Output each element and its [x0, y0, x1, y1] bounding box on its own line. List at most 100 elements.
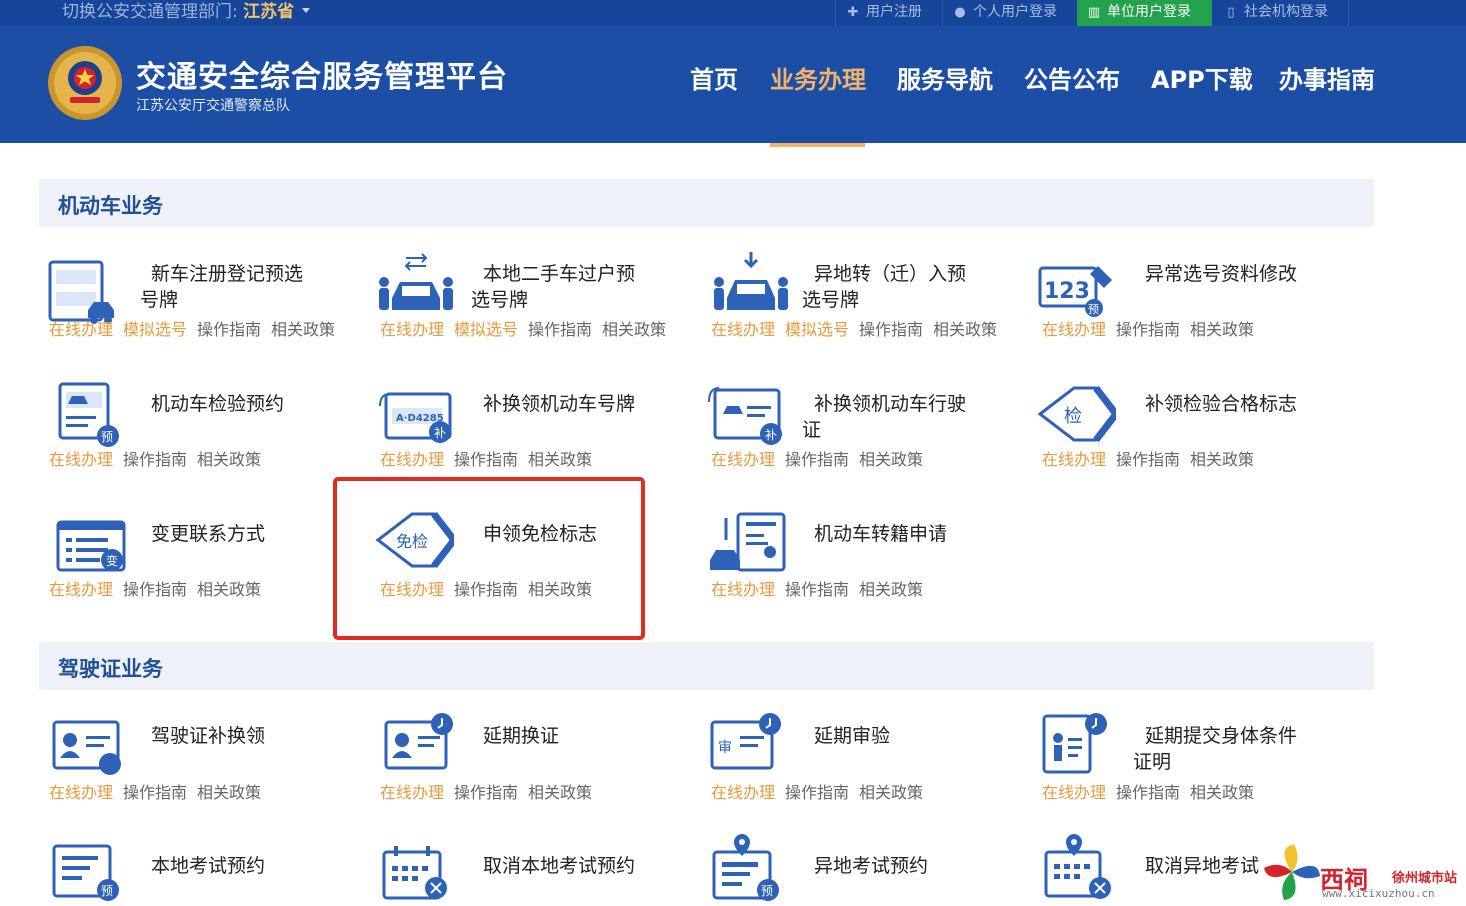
tile-title-line2[interactable]: 证明: [1133, 749, 1171, 775]
policy-link[interactable]: 相关政策: [859, 580, 923, 599]
online-link[interactable]: 在线办理: [1042, 320, 1106, 339]
tile-title[interactable]: 异地考试预约: [814, 853, 928, 879]
license-renew-icon[interactable]: [50, 716, 130, 788]
inspection-booking-icon[interactable]: 预: [56, 380, 136, 452]
unit-login-link[interactable]: ▥ 单位用户登录: [1077, 0, 1212, 26]
policy-link[interactable]: 相关政策: [859, 450, 923, 469]
mock-select-link[interactable]: 模拟选号: [454, 320, 518, 339]
guide-link[interactable]: 操作指南: [197, 320, 261, 339]
policy-link[interactable]: 相关政策: [1190, 450, 1254, 469]
nav-home[interactable]: 首页: [690, 60, 738, 95]
vehicle-transfer-icon[interactable]: [708, 510, 788, 582]
personal-login-link[interactable]: ● 个人用户登录: [943, 0, 1067, 26]
online-link[interactable]: 在线办理: [49, 783, 113, 802]
guide-link[interactable]: 操作指南: [454, 450, 518, 469]
guide-link[interactable]: 操作指南: [785, 783, 849, 802]
nav-business[interactable]: 业务办理: [770, 60, 866, 95]
tile-title[interactable]: 异常选号资料修改: [1145, 261, 1297, 287]
tile-title[interactable]: 异地转（迁）入预: [814, 261, 966, 287]
tile-title[interactable]: 本地二手车过户预: [483, 261, 635, 287]
inspection-mark-icon[interactable]: 检: [1036, 380, 1116, 452]
tile-title-line2[interactable]: 选号牌: [471, 287, 528, 313]
tile-title[interactable]: 新车注册登记预选: [151, 261, 303, 287]
guide-link[interactable]: 操作指南: [1116, 320, 1180, 339]
guide-link[interactable]: 操作指南: [1116, 450, 1180, 469]
agency-login-link[interactable]: ▯ 社会机构登录: [1214, 0, 1338, 26]
delay-review-icon[interactable]: 审: [708, 710, 788, 782]
policy-link[interactable]: 相关政策: [602, 320, 666, 339]
tile-title[interactable]: 变更联系方式: [151, 521, 265, 547]
car-transfer-icon[interactable]: [376, 250, 456, 322]
exam-cancel-icon[interactable]: [380, 842, 460, 906]
tile-title-line2[interactable]: 号牌: [140, 287, 178, 313]
policy-link[interactable]: 相关政策: [859, 783, 923, 802]
remote-exam-icon[interactable]: 预: [708, 832, 788, 904]
nav-service[interactable]: 服务导航: [897, 60, 993, 95]
police-emblem-icon[interactable]: [46, 44, 124, 122]
policy-link[interactable]: 相关政策: [528, 450, 592, 469]
guide-link[interactable]: 操作指南: [454, 783, 518, 802]
site-title[interactable]: 交通安全综合服务管理平台: [136, 52, 508, 96]
policy-link[interactable]: 相关政策: [1190, 783, 1254, 802]
region-value[interactable]: 江苏省: [243, 2, 294, 22]
watermark-url: www.xicixuzhou.cn: [1322, 887, 1435, 900]
tile-title[interactable]: 补换领机动车行驶: [814, 391, 966, 417]
chevron-down-icon[interactable]: [302, 8, 311, 13]
tile-title[interactable]: 机动车转籍申请: [814, 521, 947, 547]
online-link[interactable]: 在线办理: [380, 320, 444, 339]
policy-link[interactable]: 相关政策: [197, 450, 261, 469]
online-link[interactable]: 在线办理: [711, 320, 775, 339]
delay-renew-icon[interactable]: [382, 710, 462, 782]
online-link[interactable]: 在线办理: [1042, 450, 1106, 469]
policy-link[interactable]: 相关政策: [1190, 320, 1254, 339]
nav-notice[interactable]: 公告公布: [1024, 60, 1120, 95]
mock-select-link[interactable]: 模拟选号: [785, 320, 849, 339]
register-link[interactable]: ✚ 用户注册: [836, 0, 932, 26]
online-link[interactable]: 在线办理: [711, 783, 775, 802]
mock-select-link[interactable]: 模拟选号: [123, 320, 187, 339]
policy-link[interactable]: 相关政策: [271, 320, 335, 339]
guide-link[interactable]: 操作指南: [123, 580, 187, 599]
tile-title[interactable]: 补换领机动车号牌: [483, 391, 635, 417]
online-link[interactable]: 在线办理: [711, 580, 775, 599]
nav-active-underline: [770, 143, 865, 147]
tile-title[interactable]: 驾驶证补换领: [151, 723, 265, 749]
online-link[interactable]: 在线办理: [380, 450, 444, 469]
online-link[interactable]: 在线办理: [711, 450, 775, 469]
guide-link[interactable]: 操作指南: [123, 783, 187, 802]
region-switcher[interactable]: 切换公安交通管理部门: 江苏省: [62, 1, 311, 23]
tile-title[interactable]: 延期审验: [814, 723, 890, 749]
guide-link[interactable]: 操作指南: [528, 320, 592, 339]
exam-booking-icon[interactable]: 预: [50, 840, 130, 906]
policy-link[interactable]: 相关政策: [197, 580, 261, 599]
online-link[interactable]: 在线办理: [1042, 783, 1106, 802]
nav-guide[interactable]: 办事指南: [1279, 60, 1375, 95]
tile-title[interactable]: 补领检验合格标志: [1145, 391, 1297, 417]
tile-title[interactable]: 本地考试预约: [151, 853, 265, 879]
tile-title[interactable]: 取消异地考试: [1145, 853, 1259, 879]
online-link[interactable]: 在线办理: [49, 450, 113, 469]
guide-link[interactable]: 操作指南: [123, 450, 187, 469]
tile-title[interactable]: 取消本地考试预约: [483, 853, 635, 879]
tile-title[interactable]: 延期提交身体条件: [1145, 723, 1297, 749]
tile-title-line2[interactable]: 选号牌: [802, 287, 859, 313]
online-link[interactable]: 在线办理: [380, 783, 444, 802]
guide-link[interactable]: 操作指南: [785, 580, 849, 599]
online-link[interactable]: 在线办理: [49, 580, 113, 599]
tile-links: 在线办理 操作指南 相关政策: [49, 446, 271, 470]
guide-link[interactable]: 操作指南: [859, 320, 923, 339]
nav-app-download[interactable]: APP下载: [1151, 60, 1253, 95]
tile-title[interactable]: 延期换证: [483, 723, 559, 749]
policy-link[interactable]: 相关政策: [528, 783, 592, 802]
remote-exam-cancel-icon[interactable]: [1040, 832, 1120, 904]
policy-link[interactable]: 相关政策: [197, 783, 261, 802]
tile-links: 在线办理 操作指南 相关政策: [1042, 316, 1264, 340]
car-relocation-icon[interactable]: [711, 250, 791, 322]
guide-link[interactable]: 操作指南: [785, 450, 849, 469]
tile-title-line2[interactable]: 证: [802, 417, 821, 443]
policy-link[interactable]: 相关政策: [933, 320, 997, 339]
health-cert-icon[interactable]: [1040, 710, 1120, 782]
tile-title[interactable]: 机动车检验预约: [151, 391, 284, 417]
online-link[interactable]: 在线办理: [49, 320, 113, 339]
guide-link[interactable]: 操作指南: [1116, 783, 1180, 802]
